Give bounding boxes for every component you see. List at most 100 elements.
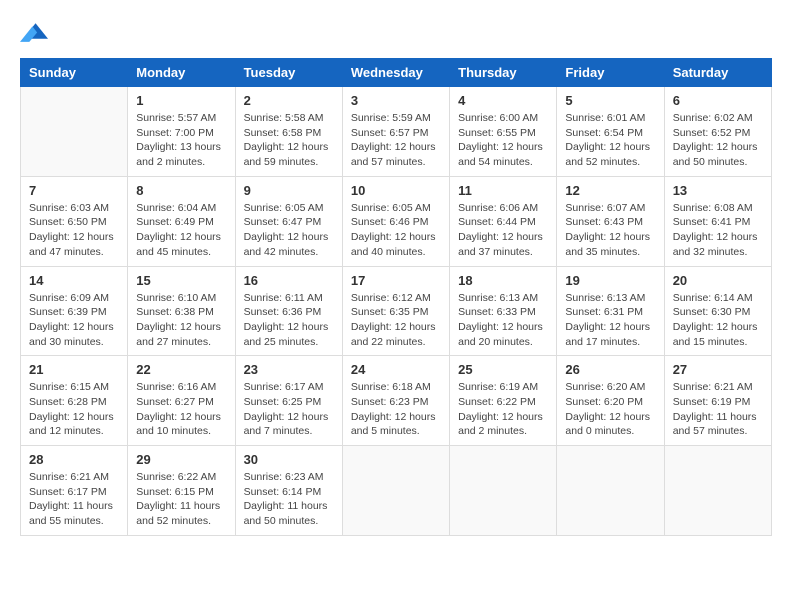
sunrise-text: Sunrise: 6:15 AM: [29, 381, 109, 393]
day-info: Sunrise: 6:03 AM Sunset: 6:50 PM Dayligh…: [29, 201, 119, 260]
calendar-cell: 25 Sunrise: 6:19 AM Sunset: 6:22 PM Dayl…: [450, 356, 557, 446]
sunrise-text: Sunrise: 6:13 AM: [458, 292, 538, 304]
calendar-cell: [450, 446, 557, 536]
daylight-text: Daylight: 12 hours and 20 minutes.: [458, 321, 543, 348]
daylight-text: Daylight: 12 hours and 22 minutes.: [351, 321, 436, 348]
day-info: Sunrise: 6:16 AM Sunset: 6:27 PM Dayligh…: [136, 380, 226, 439]
sunrise-text: Sunrise: 6:08 AM: [673, 202, 753, 214]
logo-icon: [20, 20, 48, 42]
day-info: Sunrise: 6:22 AM Sunset: 6:15 PM Dayligh…: [136, 470, 226, 529]
calendar-cell: 30 Sunrise: 6:23 AM Sunset: 6:14 PM Dayl…: [235, 446, 342, 536]
day-number: 7: [29, 183, 119, 198]
sunset-text: Sunset: 6:47 PM: [244, 216, 322, 228]
sunrise-text: Sunrise: 5:59 AM: [351, 112, 431, 124]
daylight-text: Daylight: 12 hours and 27 minutes.: [136, 321, 221, 348]
weekday-header-saturday: Saturday: [664, 59, 771, 87]
day-number: 16: [244, 273, 334, 288]
day-number: 12: [565, 183, 655, 198]
sunset-text: Sunset: 6:58 PM: [244, 127, 322, 139]
daylight-text: Daylight: 11 hours and 55 minutes.: [29, 500, 113, 527]
calendar-cell: 1 Sunrise: 5:57 AM Sunset: 7:00 PM Dayli…: [128, 87, 235, 177]
daylight-text: Daylight: 12 hours and 35 minutes.: [565, 231, 650, 258]
calendar-week-row: 28 Sunrise: 6:21 AM Sunset: 6:17 PM Dayl…: [21, 446, 772, 536]
daylight-text: Daylight: 13 hours and 2 minutes.: [136, 141, 221, 168]
sunrise-text: Sunrise: 5:58 AM: [244, 112, 324, 124]
calendar-cell: 6 Sunrise: 6:02 AM Sunset: 6:52 PM Dayli…: [664, 87, 771, 177]
calendar-cell: 26 Sunrise: 6:20 AM Sunset: 6:20 PM Dayl…: [557, 356, 664, 446]
calendar-cell: 15 Sunrise: 6:10 AM Sunset: 6:38 PM Dayl…: [128, 266, 235, 356]
sunrise-text: Sunrise: 6:00 AM: [458, 112, 538, 124]
sunset-text: Sunset: 6:19 PM: [673, 396, 751, 408]
day-info: Sunrise: 6:17 AM Sunset: 6:25 PM Dayligh…: [244, 380, 334, 439]
daylight-text: Daylight: 12 hours and 42 minutes.: [244, 231, 329, 258]
weekday-header-sunday: Sunday: [21, 59, 128, 87]
sunset-text: Sunset: 6:46 PM: [351, 216, 429, 228]
sunrise-text: Sunrise: 6:20 AM: [565, 381, 645, 393]
calendar-cell: 13 Sunrise: 6:08 AM Sunset: 6:41 PM Dayl…: [664, 176, 771, 266]
daylight-text: Daylight: 12 hours and 47 minutes.: [29, 231, 114, 258]
calendar-cell: 24 Sunrise: 6:18 AM Sunset: 6:23 PM Dayl…: [342, 356, 449, 446]
sunrise-text: Sunrise: 6:09 AM: [29, 292, 109, 304]
day-number: 15: [136, 273, 226, 288]
day-number: 22: [136, 362, 226, 377]
sunset-text: Sunset: 6:50 PM: [29, 216, 107, 228]
calendar-cell: 4 Sunrise: 6:00 AM Sunset: 6:55 PM Dayli…: [450, 87, 557, 177]
day-info: Sunrise: 6:04 AM Sunset: 6:49 PM Dayligh…: [136, 201, 226, 260]
day-info: Sunrise: 5:59 AM Sunset: 6:57 PM Dayligh…: [351, 111, 441, 170]
day-info: Sunrise: 6:14 AM Sunset: 6:30 PM Dayligh…: [673, 291, 763, 350]
day-number: 8: [136, 183, 226, 198]
sunrise-text: Sunrise: 5:57 AM: [136, 112, 216, 124]
calendar-cell: 19 Sunrise: 6:13 AM Sunset: 6:31 PM Dayl…: [557, 266, 664, 356]
daylight-text: Daylight: 12 hours and 30 minutes.: [29, 321, 114, 348]
sunset-text: Sunset: 6:23 PM: [351, 396, 429, 408]
daylight-text: Daylight: 12 hours and 10 minutes.: [136, 411, 221, 438]
calendar-cell: 28 Sunrise: 6:21 AM Sunset: 6:17 PM Dayl…: [21, 446, 128, 536]
calendar-cell: 10 Sunrise: 6:05 AM Sunset: 6:46 PM Dayl…: [342, 176, 449, 266]
day-number: 13: [673, 183, 763, 198]
weekday-header-friday: Friday: [557, 59, 664, 87]
calendar-cell: 17 Sunrise: 6:12 AM Sunset: 6:35 PM Dayl…: [342, 266, 449, 356]
sunset-text: Sunset: 6:57 PM: [351, 127, 429, 139]
weekday-header-wednesday: Wednesday: [342, 59, 449, 87]
sunset-text: Sunset: 6:15 PM: [136, 486, 214, 498]
day-number: 20: [673, 273, 763, 288]
weekday-header-monday: Monday: [128, 59, 235, 87]
day-info: Sunrise: 6:13 AM Sunset: 6:31 PM Dayligh…: [565, 291, 655, 350]
calendar-cell: 21 Sunrise: 6:15 AM Sunset: 6:28 PM Dayl…: [21, 356, 128, 446]
sunset-text: Sunset: 6:54 PM: [565, 127, 643, 139]
daylight-text: Daylight: 12 hours and 5 minutes.: [351, 411, 436, 438]
sunset-text: Sunset: 6:30 PM: [673, 306, 751, 318]
day-info: Sunrise: 6:13 AM Sunset: 6:33 PM Dayligh…: [458, 291, 548, 350]
sunset-text: Sunset: 6:14 PM: [244, 486, 322, 498]
sunset-text: Sunset: 6:44 PM: [458, 216, 536, 228]
day-number: 17: [351, 273, 441, 288]
day-number: 1: [136, 93, 226, 108]
day-info: Sunrise: 6:01 AM Sunset: 6:54 PM Dayligh…: [565, 111, 655, 170]
calendar-week-row: 14 Sunrise: 6:09 AM Sunset: 6:39 PM Dayl…: [21, 266, 772, 356]
day-info: Sunrise: 6:08 AM Sunset: 6:41 PM Dayligh…: [673, 201, 763, 260]
day-number: 28: [29, 452, 119, 467]
day-number: 26: [565, 362, 655, 377]
daylight-text: Daylight: 12 hours and 45 minutes.: [136, 231, 221, 258]
daylight-text: Daylight: 11 hours and 52 minutes.: [136, 500, 220, 527]
daylight-text: Daylight: 12 hours and 37 minutes.: [458, 231, 543, 258]
day-info: Sunrise: 6:07 AM Sunset: 6:43 PM Dayligh…: [565, 201, 655, 260]
calendar-cell: 22 Sunrise: 6:16 AM Sunset: 6:27 PM Dayl…: [128, 356, 235, 446]
day-info: Sunrise: 6:12 AM Sunset: 6:35 PM Dayligh…: [351, 291, 441, 350]
day-number: 14: [29, 273, 119, 288]
calendar-cell: 27 Sunrise: 6:21 AM Sunset: 6:19 PM Dayl…: [664, 356, 771, 446]
sunrise-text: Sunrise: 6:05 AM: [351, 202, 431, 214]
day-number: 19: [565, 273, 655, 288]
day-info: Sunrise: 5:58 AM Sunset: 6:58 PM Dayligh…: [244, 111, 334, 170]
sunset-text: Sunset: 6:25 PM: [244, 396, 322, 408]
day-info: Sunrise: 6:02 AM Sunset: 6:52 PM Dayligh…: [673, 111, 763, 170]
daylight-text: Daylight: 12 hours and 25 minutes.: [244, 321, 329, 348]
sunrise-text: Sunrise: 6:21 AM: [29, 471, 109, 483]
sunset-text: Sunset: 7:00 PM: [136, 127, 214, 139]
day-number: 27: [673, 362, 763, 377]
sunset-text: Sunset: 6:22 PM: [458, 396, 536, 408]
sunset-text: Sunset: 6:52 PM: [673, 127, 751, 139]
sunrise-text: Sunrise: 6:17 AM: [244, 381, 324, 393]
calendar-cell: 11 Sunrise: 6:06 AM Sunset: 6:44 PM Dayl…: [450, 176, 557, 266]
calendar-cell: 14 Sunrise: 6:09 AM Sunset: 6:39 PM Dayl…: [21, 266, 128, 356]
